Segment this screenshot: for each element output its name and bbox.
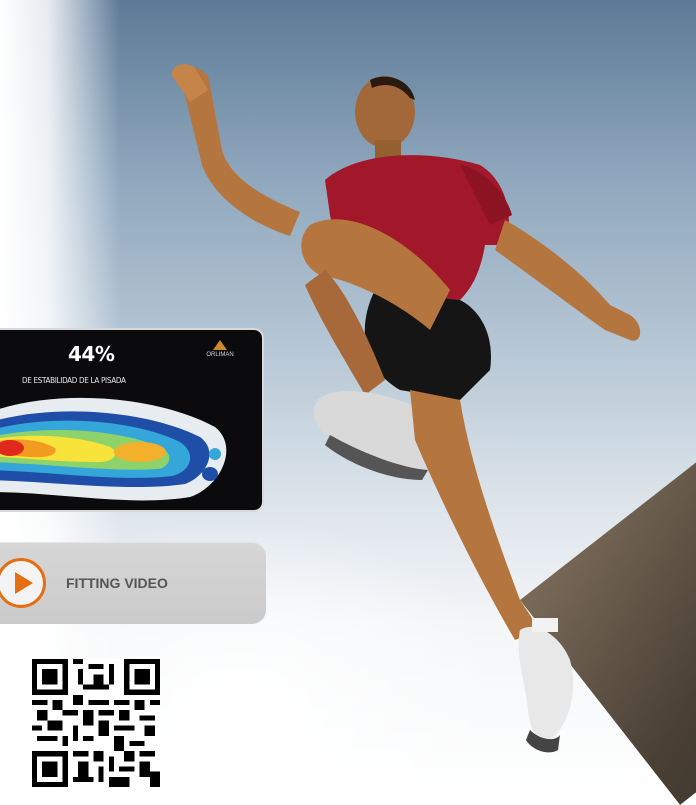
fitting-video-button[interactable]: FITTING VIDEO	[0, 542, 266, 624]
qr-code-icon[interactable]	[32, 659, 160, 787]
stability-caption: DE ESTABILIDAD DE LA PISADA	[22, 376, 126, 385]
foot-pressure-card: 44% DE ESTABILIDAD DE LA PISADA ORLIMAN	[0, 328, 264, 512]
play-icon	[0, 558, 46, 608]
brand-logo-icon	[213, 340, 227, 350]
brand-name: ORLIMAN	[206, 352, 234, 358]
brand-logo: ORLIMAN	[190, 340, 250, 358]
foot-pressure-map	[0, 397, 227, 501]
stability-percentage: 44%	[68, 342, 115, 366]
fitting-video-label: FITTING VIDEO	[66, 575, 168, 591]
